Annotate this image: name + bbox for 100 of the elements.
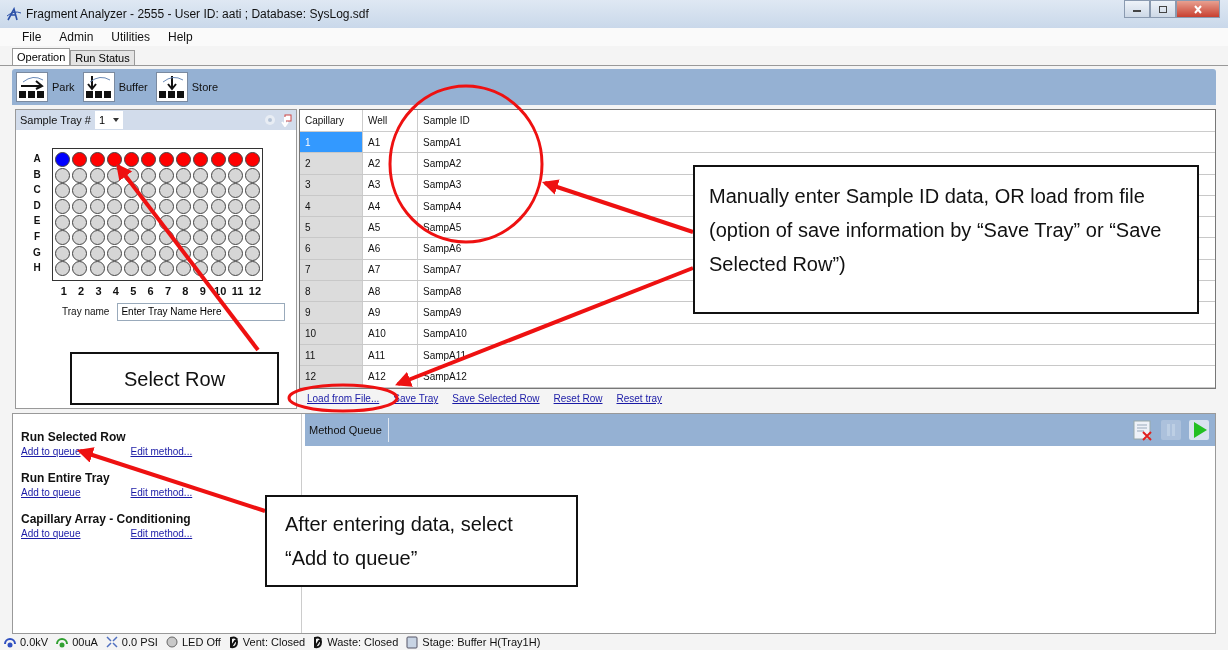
row-header-cell[interactable]: 2 (300, 153, 362, 174)
well[interactable] (158, 199, 174, 215)
well[interactable] (141, 152, 157, 168)
well[interactable] (193, 167, 209, 183)
well[interactable] (106, 261, 122, 277)
well[interactable] (158, 261, 174, 277)
well[interactable] (176, 183, 192, 199)
well[interactable] (106, 199, 122, 215)
well[interactable] (124, 214, 140, 230)
link[interactable]: Add to queue (21, 446, 81, 457)
link[interactable]: Edit method... (130, 528, 193, 539)
well[interactable] (72, 261, 88, 277)
well[interactable] (176, 199, 192, 215)
well[interactable] (106, 183, 122, 199)
row-header-cell[interactable]: 11 (300, 344, 362, 366)
well[interactable] (158, 183, 174, 199)
well[interactable] (227, 261, 243, 277)
well[interactable] (55, 183, 70, 199)
row-header-cell[interactable]: 12 (300, 366, 362, 387)
clear-list-icon[interactable] (1131, 418, 1155, 442)
well[interactable] (176, 214, 192, 230)
arrow-right-icon[interactable] (16, 72, 48, 102)
well[interactable] (124, 230, 140, 246)
well[interactable] (227, 199, 243, 215)
well[interactable] (72, 167, 88, 183)
well[interactable] (158, 245, 174, 261)
well[interactable] (72, 245, 88, 261)
well[interactable] (55, 167, 70, 183)
link[interactable]: Add to queue (21, 528, 81, 539)
well[interactable] (55, 214, 70, 230)
menu-item[interactable]: File (20, 30, 44, 44)
well[interactable] (245, 214, 261, 230)
column-header[interactable]: Well (362, 110, 417, 131)
well[interactable] (210, 199, 226, 215)
well[interactable] (176, 261, 192, 277)
well[interactable] (141, 230, 157, 246)
well[interactable] (72, 199, 88, 215)
maximize-button[interactable] (1150, 0, 1176, 18)
well[interactable] (72, 152, 88, 168)
well[interactable] (72, 183, 88, 199)
link[interactable]: Add to queue (21, 487, 81, 498)
well[interactable] (176, 230, 192, 246)
tab[interactable]: Operation (12, 48, 71, 65)
close-button[interactable] (1176, 0, 1220, 18)
well[interactable] (106, 245, 122, 261)
well[interactable] (55, 152, 70, 168)
tray-name-field[interactable]: Enter Tray Name Here (117, 302, 286, 321)
well[interactable] (193, 214, 209, 230)
well[interactable] (141, 261, 157, 277)
well[interactable] (227, 167, 243, 183)
well[interactable] (124, 199, 140, 215)
well[interactable] (227, 214, 243, 230)
well[interactable] (141, 214, 157, 230)
well[interactable] (124, 245, 140, 261)
link[interactable]: Save Selected Row (452, 393, 540, 405)
well[interactable] (141, 183, 157, 199)
well[interactable] (245, 230, 261, 246)
well[interactable] (193, 183, 209, 199)
well[interactable] (106, 230, 122, 246)
well[interactable] (89, 152, 105, 168)
column-header[interactable]: Capillary (300, 110, 362, 131)
menu-item[interactable]: Utilities (109, 30, 153, 44)
well[interactable] (55, 199, 70, 215)
well[interactable] (141, 167, 157, 183)
well[interactable] (89, 167, 105, 183)
row-header-cell[interactable]: 5 (300, 217, 362, 238)
link[interactable]: Load from File... (307, 393, 380, 405)
well[interactable] (158, 167, 174, 183)
well[interactable] (193, 230, 209, 246)
link[interactable]: Reset Row (553, 393, 603, 405)
well[interactable] (193, 199, 209, 215)
well[interactable] (176, 152, 192, 168)
well[interactable] (89, 199, 105, 215)
well[interactable] (89, 261, 105, 277)
well[interactable] (72, 230, 88, 246)
menu-item[interactable]: Admin (57, 30, 96, 44)
well[interactable] (245, 245, 261, 261)
well[interactable] (245, 167, 261, 183)
well[interactable] (124, 261, 140, 277)
well[interactable] (158, 152, 174, 168)
well[interactable] (193, 245, 209, 261)
pin-icon[interactable] (280, 113, 292, 127)
row-header-cell[interactable]: 10 (300, 323, 362, 344)
well[interactable] (210, 167, 226, 183)
well[interactable] (141, 245, 157, 261)
row-header-cell[interactable]: 3 (300, 174, 362, 195)
well[interactable] (89, 214, 105, 230)
well[interactable] (210, 245, 226, 261)
well[interactable] (227, 230, 243, 246)
menu-item[interactable]: Help (166, 30, 195, 44)
arrow-down-icon[interactable] (82, 72, 115, 102)
well[interactable] (210, 230, 226, 246)
well[interactable] (210, 261, 226, 277)
well[interactable] (193, 152, 209, 168)
column-header[interactable]: Sample ID (417, 110, 1215, 131)
well[interactable] (176, 167, 192, 183)
well[interactable] (106, 152, 122, 168)
row-header-cell[interactable]: 4 (300, 195, 362, 217)
link[interactable]: Edit method... (130, 446, 193, 457)
well[interactable] (245, 261, 261, 277)
